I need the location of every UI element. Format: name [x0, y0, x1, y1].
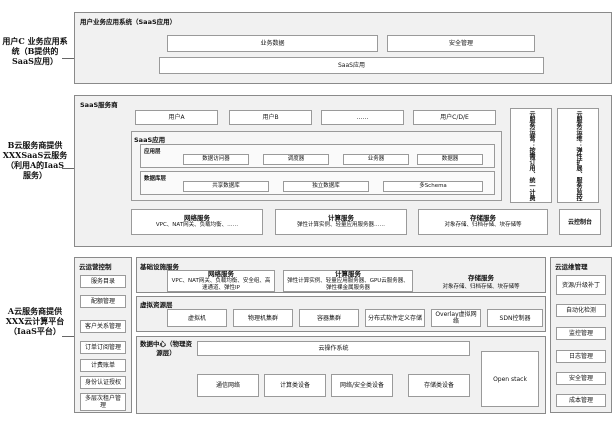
shared-db-box: 共享数据库 [183, 181, 269, 192]
saas-app-container-title: SaaS应用 [134, 136, 166, 144]
data-unit-box: 数据器 [417, 154, 483, 165]
overlay-network-box: Overlay虚拟网络 [431, 309, 481, 327]
container-cluster-box: 容器集群 [299, 309, 359, 327]
storage-devices-box: 存储类设备 [408, 374, 470, 397]
ops-mgmt-panel: 云运维管理 资源/升级补丁 自动化检测 监控管理 日志管理 安全管理 成本管理 [550, 257, 612, 413]
user-ellipsis-box: …… [321, 110, 404, 125]
cloud-console-box: 云控制台 [559, 209, 601, 235]
cost-mgmt-box: 成本管理 [556, 394, 606, 407]
cloud-ops-box: 云服务运营：按需订用、统一计费 [510, 108, 552, 203]
vm-box: 虚拟机 [167, 309, 227, 327]
saas-storage-desc: 对象存储、归档存储、块存储等 [444, 222, 522, 228]
app-layer: 应用层 数据访问器 调度器 业务器 数据器 [140, 144, 495, 168]
infra-compute-title: 计算服务 [335, 269, 361, 278]
saas-compute-title: 计算服务 [328, 214, 354, 222]
db-layer-label: 数据库层 [144, 176, 167, 182]
cloud-os-box: 云操作系统 [197, 341, 470, 356]
user-a-box: 用户A [135, 110, 218, 125]
physical-cluster-box: 物理机集群 [233, 309, 293, 327]
virtual-resource-title: 虚拟资源层 [140, 301, 173, 309]
order-sub-mgmt-box: 订单订阅管理 [80, 341, 126, 354]
security-mgmt-ops-box: 安全管理 [556, 372, 606, 385]
b-cloud-side-label: B云服务商提供XXXSaaS云服务（利用A的IaaS服务） [2, 140, 68, 180]
a-cloud-side-label: A云服务商提供XXX云计算平台（IaaS平台） [5, 306, 65, 336]
infra-storage-cell: 存储服务 对象存储、归档存储、块存储等 [419, 270, 543, 292]
ops-mgmt-title: 云运维管理 [555, 263, 588, 271]
a-cloud-leader-line [62, 336, 74, 337]
datacenter-label: 数据中心（物理资源层） [140, 340, 192, 357]
saas-app-container: SaaS应用 应用层 数据访问器 调度器 业务器 数据器 数据库层 共享数据库 … [131, 131, 502, 201]
auto-detect-box: 自动化检测 [556, 304, 606, 317]
saas-network-title: 网络服务 [184, 214, 210, 222]
cloud-maint-text: 云服务运维：弹性扩展、服务监控 [575, 110, 582, 201]
tenant-system-title: 用户业务应用系统（SaaS应用） [80, 18, 177, 26]
saas-compute-service-box: 计算服务 弹性计算实例、轻量应用服务器…… [275, 209, 407, 235]
saas-storage-service-box: 存储服务 对象存储、归档存储、块存储等 [418, 209, 548, 235]
saas-provider-title: SaaS服务商 [80, 101, 118, 109]
log-mgmt-box: 日志管理 [556, 350, 606, 363]
scheduler-box: 调度器 [263, 154, 329, 165]
resource-upgrade-box: 资源/升级补丁 [556, 275, 606, 295]
ops-control-title: 云运营控制 [79, 263, 112, 271]
service-catalog-box: 服务目录 [80, 275, 126, 288]
crm-box: 客户关系管理 [80, 320, 126, 333]
billing-box: 计费账单 [80, 359, 126, 372]
comm-network-box: 通信网络 [197, 374, 259, 397]
monitor-mgmt-box: 监控管理 [556, 327, 606, 340]
db-layer: 数据库层 共享数据库 独立数据库 多Schema [140, 171, 495, 195]
tenant-system-panel: 用户业务应用系统（SaaS应用） 业务数据 安全管理 SaaS应用 [74, 12, 612, 84]
sdn-controller-box: SDN控制器 [487, 309, 543, 327]
business-unit-box: 业务器 [343, 154, 409, 165]
b-cloud-leader-line [62, 168, 74, 169]
saas-app-box: SaaS应用 [159, 57, 544, 74]
virtual-resource-panel: 虚拟资源层 虚拟机 物理机集群 容器集群 分布式软件定义存储 Overlay虚拟… [136, 296, 546, 332]
user-b-box: 用户B [229, 110, 312, 125]
infra-network-title: 网络服务 [208, 269, 234, 278]
data-accessor-box: 数据访问器 [183, 154, 249, 165]
infra-services-panel: 基础设施服务 网络服务 VPC、NAT网关、负载均衡、安全组、高速通道、弹性IP… [136, 257, 546, 293]
independent-db-box: 独立数据库 [283, 181, 369, 192]
multi-tenant-mgmt-box: 多层次租户管理 [80, 393, 126, 411]
infra-network-box: 网络服务 VPC、NAT网关、负载均衡、安全组、高速通道、弹性IP [167, 270, 275, 292]
infra-compute-box: 计算服务 弹性计算实例、轻量应用服务器、GPU云服务器、弹性裸金属服务器 [283, 270, 413, 292]
infra-storage-title: 存储服务 [468, 274, 494, 282]
net-security-devices-box: 网络/安全类设备 [331, 374, 393, 397]
tenant-side-label: 用户C 业务应用系统（B提供的SaaS应用） [2, 36, 68, 66]
saas-provider-panel: SaaS服务商 用户A 用户B …… 用户C/D/E SaaS应用 应用层 数据… [74, 95, 612, 247]
datacenter-panel: 数据中心（物理资源层） 云操作系统 通信网络 计算类设备 网络/安全类设备 存储… [136, 336, 546, 414]
tenant-leader-line [62, 58, 74, 59]
infra-network-desc: VPC、NAT网关、负载均衡、安全组、高速通道、弹性IP [171, 277, 271, 291]
openstack-box: Open stack [481, 351, 539, 407]
saas-compute-desc: 弹性计算实例、轻量应用服务器…… [296, 222, 385, 228]
identity-auth-box: 身份认证授权 [80, 376, 126, 389]
saas-network-service-box: 网络服务 VPC、NAT网关、负载均衡、…… [131, 209, 263, 235]
security-mgmt-box: 安全管理 [387, 35, 535, 52]
saas-storage-title: 存储服务 [470, 214, 496, 222]
multi-schema-box: 多Schema [383, 181, 483, 192]
cloud-ops-text: 云服务运营：按需订用、统一计费 [528, 110, 535, 201]
cloud-maint-box: 云服务运维：弹性扩展、服务监控 [557, 108, 599, 203]
app-layer-label: 应用层 [144, 149, 161, 155]
user-cde-box: 用户C/D/E [413, 110, 496, 125]
business-data-box: 业务数据 [167, 35, 378, 52]
ops-control-panel: 云运营控制 服务目录 配额管理 客户关系管理 订单订阅管理 计费账单 身份认证授… [74, 257, 132, 413]
infra-storage-desc: 对象存储、归档存储、块存储等 [442, 284, 520, 290]
saas-network-desc: VPC、NAT网关、负载均衡、…… [155, 222, 239, 228]
infra-compute-desc: 弹性计算实例、轻量应用服务器、GPU云服务器、弹性裸金属服务器 [287, 277, 409, 291]
sds-box: 分布式软件定义存储 [365, 309, 425, 327]
quota-mgmt-box: 配额管理 [80, 295, 126, 308]
compute-devices-box: 计算类设备 [264, 374, 326, 397]
